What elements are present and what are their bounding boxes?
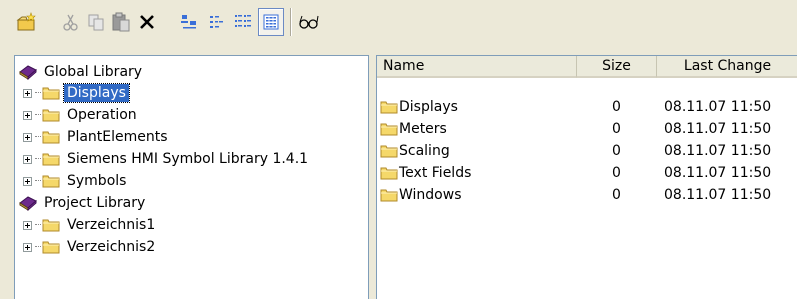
list-item[interactable]: Meters 0 08.11.07 11:50 bbox=[377, 118, 797, 140]
column-header-size[interactable]: Size bbox=[577, 56, 657, 78]
new-folder-icon bbox=[16, 12, 36, 31]
tree-connector bbox=[35, 246, 41, 248]
tree-item-global-library[interactable]: Global Library bbox=[19, 62, 145, 82]
list-item-last-change: 08.11.07 11:50 bbox=[664, 143, 772, 159]
book-icon bbox=[19, 65, 37, 80]
list-item-last-change: 08.11.07 11:50 bbox=[664, 187, 772, 203]
expand-icon[interactable] bbox=[23, 242, 32, 252]
glasses-icon bbox=[299, 15, 319, 29]
list-item-size: 0 bbox=[612, 143, 621, 159]
list-item-size: 0 bbox=[612, 165, 621, 181]
tree-item-label: Siemens HMI Symbol Library 1.4.1 bbox=[67, 151, 309, 167]
expand-icon[interactable] bbox=[23, 132, 32, 142]
tree-connector bbox=[35, 114, 41, 116]
list-item-name: Text Fields bbox=[399, 165, 472, 181]
expand-icon[interactable] bbox=[23, 220, 32, 230]
list-item-size: 0 bbox=[612, 121, 621, 137]
folder-icon bbox=[42, 109, 60, 122]
list-item[interactable]: Scaling 0 08.11.07 11:50 bbox=[377, 140, 797, 162]
copy-icon bbox=[88, 14, 104, 31]
paste-button[interactable] bbox=[108, 8, 134, 36]
copy-button[interactable] bbox=[83, 8, 109, 36]
column-header-name[interactable]: Name bbox=[377, 56, 577, 78]
column-header-label: Last Change bbox=[683, 58, 772, 74]
folder-icon bbox=[380, 101, 398, 114]
expand-icon[interactable] bbox=[23, 176, 32, 186]
tree-item-label: PlantElements bbox=[67, 129, 168, 145]
list-item-last-change: 08.11.07 11:50 bbox=[664, 99, 772, 115]
delete-button[interactable] bbox=[134, 8, 160, 36]
cut-button[interactable] bbox=[58, 8, 84, 36]
folder-icon bbox=[42, 131, 60, 144]
list-item-last-change: 08.11.07 11:50 bbox=[664, 165, 772, 181]
list-item-size: 0 bbox=[612, 99, 621, 115]
list-view-icon bbox=[235, 15, 251, 27]
expand-icon[interactable] bbox=[23, 88, 32, 98]
library-tree[interactable]: Global Library Displays Operation PlantE… bbox=[14, 55, 369, 299]
tree-item-symbols[interactable]: Symbols bbox=[23, 171, 129, 191]
large-icons-view-icon bbox=[181, 15, 196, 29]
new-folder-button[interactable] bbox=[14, 8, 40, 36]
expand-icon[interactable] bbox=[23, 110, 32, 120]
tree-item-project-library[interactable]: Project Library bbox=[19, 193, 148, 213]
column-header-label: Size bbox=[602, 58, 631, 74]
tree-item-label: Verzeichnis2 bbox=[67, 239, 156, 255]
book-icon bbox=[19, 196, 37, 211]
tree-item-plantelements[interactable]: PlantElements bbox=[23, 127, 171, 147]
tree-item-label: Displays bbox=[63, 83, 130, 103]
list-item-name: Meters bbox=[399, 121, 447, 137]
tree-connector bbox=[35, 158, 41, 160]
tree-item-label: Global Library bbox=[44, 64, 143, 80]
find-button[interactable] bbox=[296, 8, 322, 36]
tree-connector bbox=[35, 180, 41, 182]
tree-item-label: Project Library bbox=[44, 195, 146, 211]
list-item-last-change: 08.11.07 11:50 bbox=[664, 121, 772, 137]
list-item-name: Displays bbox=[399, 99, 458, 115]
column-header-last-change[interactable]: Last Change bbox=[657, 56, 797, 78]
list-item-size: 0 bbox=[612, 187, 621, 203]
folder-icon bbox=[42, 87, 60, 100]
delete-icon bbox=[140, 15, 154, 29]
expand-icon[interactable] bbox=[23, 154, 32, 164]
folder-icon bbox=[42, 241, 60, 254]
list-item[interactable]: Displays 0 08.11.07 11:50 bbox=[377, 96, 797, 118]
cut-icon bbox=[63, 14, 78, 31]
small-icons-view-icon bbox=[210, 16, 223, 28]
folder-icon bbox=[380, 145, 398, 158]
small-icons-view-button[interactable] bbox=[204, 8, 230, 36]
folder-icon bbox=[42, 219, 60, 232]
tree-connector bbox=[35, 92, 41, 94]
tree-item-verzeichnis2[interactable]: Verzeichnis2 bbox=[23, 237, 158, 257]
folder-icon bbox=[42, 153, 60, 166]
tree-item-displays[interactable]: Displays bbox=[23, 83, 130, 103]
tree-item-label: Operation bbox=[67, 107, 137, 123]
library-contents-list[interactable]: Name Size Last Change Displays 0 08.11.0… bbox=[376, 55, 797, 299]
list-item[interactable]: Text Fields 0 08.11.07 11:50 bbox=[377, 162, 797, 184]
folder-icon bbox=[42, 175, 60, 188]
column-header-label: Name bbox=[383, 58, 425, 74]
tree-item-operation[interactable]: Operation bbox=[23, 105, 140, 125]
folder-icon bbox=[380, 123, 398, 136]
tree-connector bbox=[35, 136, 41, 138]
list-item-name: Windows bbox=[399, 187, 462, 203]
details-view-icon bbox=[263, 14, 279, 30]
folder-icon bbox=[380, 167, 398, 180]
toolbar bbox=[0, 0, 797, 44]
tree-item-siemens-hmi-symbol-library[interactable]: Siemens HMI Symbol Library 1.4.1 bbox=[23, 149, 311, 169]
list-view-button[interactable] bbox=[230, 8, 256, 36]
tree-item-verzeichnis1[interactable]: Verzeichnis1 bbox=[23, 215, 158, 235]
list-item[interactable]: Windows 0 08.11.07 11:50 bbox=[377, 184, 797, 206]
tree-connector bbox=[35, 224, 41, 226]
toolbar-separator bbox=[290, 8, 292, 36]
tree-item-label: Symbols bbox=[67, 173, 127, 189]
folder-icon bbox=[380, 189, 398, 202]
list-item-name: Scaling bbox=[399, 143, 450, 159]
details-view-button[interactable] bbox=[258, 8, 284, 36]
large-icons-view-button[interactable] bbox=[176, 8, 202, 36]
tree-item-label: Verzeichnis1 bbox=[67, 217, 156, 233]
paste-icon bbox=[112, 12, 130, 32]
